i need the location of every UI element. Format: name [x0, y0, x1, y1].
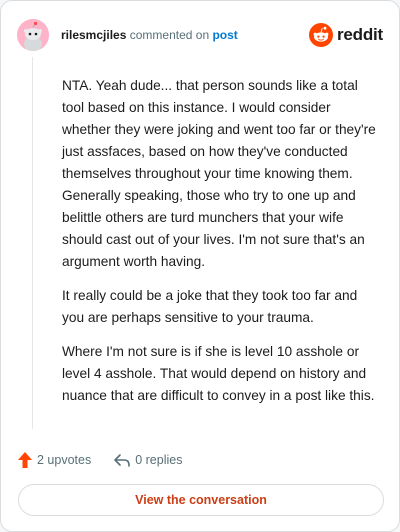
reddit-logo-icon: [308, 23, 333, 47]
reply-button[interactable]: 0 replies: [113, 452, 182, 468]
comment-paragraph: It really could be a joke that they took…: [62, 288, 358, 325]
post-link[interactable]: post: [212, 28, 237, 42]
upvote-count: 2 upvotes: [37, 453, 92, 467]
action-text: commented on: [129, 28, 210, 42]
upvote-arrow-icon: [18, 452, 32, 468]
reply-arrow-icon: [114, 454, 131, 467]
brand-wordmark: reddit: [336, 25, 383, 44]
comment-paragraph: Where I'm not sure is if she is level 10…: [62, 344, 375, 403]
comment-meta: rilesmcjiles commented on post: [61, 28, 238, 42]
reply-count: 0 replies: [135, 453, 183, 467]
reddit-brand[interactable]: reddit: [308, 23, 383, 47]
view-conversation-button[interactable]: View the conversation: [18, 484, 384, 516]
comment-paragraph: NTA. Yeah dude... that person sounds lik…: [62, 78, 376, 269]
comment-embed-card: rilesmcjiles commented on post reddit NT…: [0, 0, 400, 532]
comment-header: rilesmcjiles commented on post reddit: [17, 17, 383, 53]
snoo-avatar-icon: [17, 19, 49, 51]
username-link[interactable]: rilesmcjiles: [61, 28, 126, 42]
comment-body: NTA. Yeah dude... that person sounds lik…: [62, 75, 378, 419]
user-avatar[interactable]: [17, 19, 49, 51]
thread-line: [32, 57, 33, 429]
comment-actions: 2 upvotes 0 replies: [17, 450, 383, 470]
upvote-button[interactable]: 2 upvotes: [17, 451, 91, 469]
